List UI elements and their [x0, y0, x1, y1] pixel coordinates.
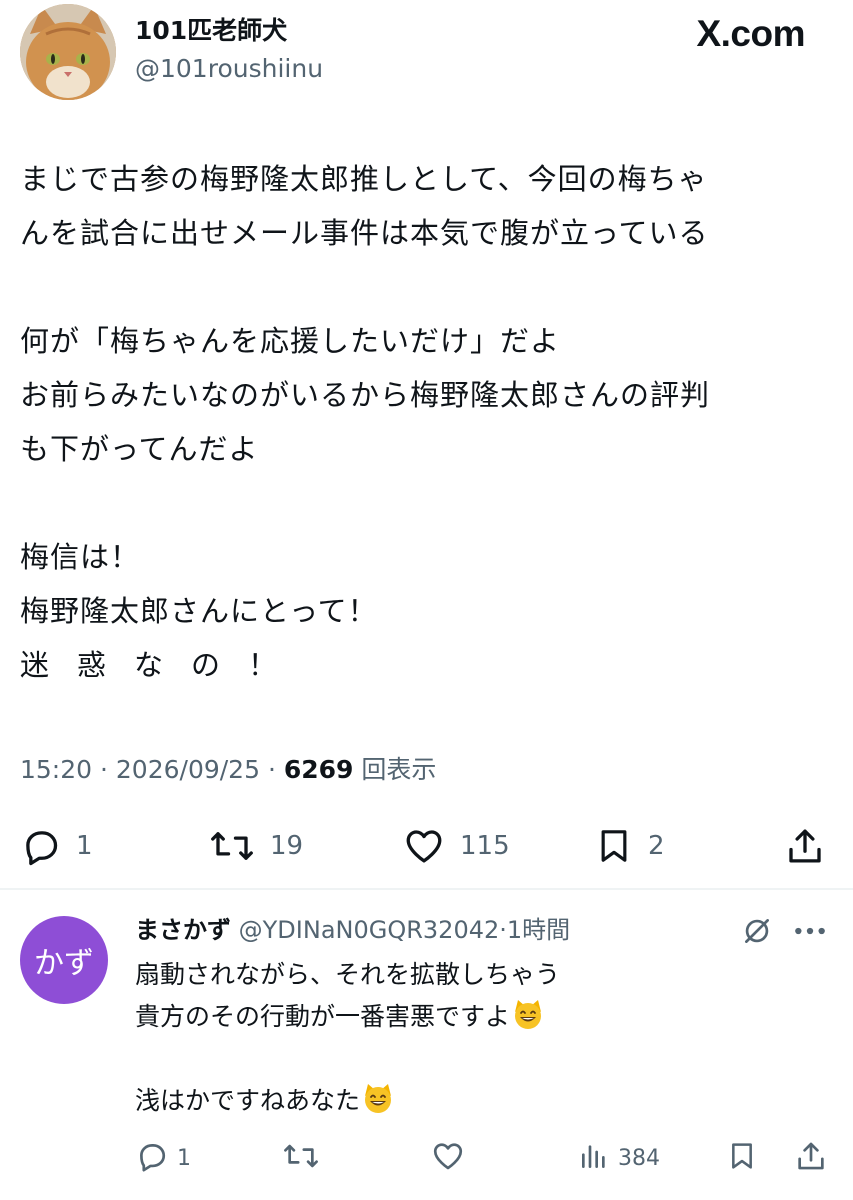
reply-body-blank-line — [135, 1038, 560, 1080]
post-time[interactable]: 15:20 — [20, 755, 92, 784]
post-body-line: も下がってんだよ — [20, 432, 259, 466]
share-button[interactable] — [784, 820, 826, 872]
more-button[interactable] — [790, 920, 830, 946]
reply-count: 1 — [76, 831, 93, 861]
post-body-line: 迷惑なの！ — [20, 648, 306, 682]
reply-handle[interactable]: @YDINaN0GQR32042 — [239, 916, 500, 944]
mute-icon — [740, 919, 774, 952]
post-actions: 1 19 115 2 — [0, 820, 853, 872]
post-body-line: 梅信は！ — [20, 540, 141, 574]
reply-views-button[interactable]: 384 — [578, 1138, 660, 1178]
brand-logo: X.com — [696, 13, 805, 54]
reply-icon — [135, 1139, 169, 1177]
more-icon — [790, 927, 830, 946]
mute-button[interactable] — [740, 914, 774, 952]
author-display-name[interactable]: 101匹老師犬 — [135, 14, 287, 48]
post-body-line: 梅野隆太郎さんにとって！ — [20, 594, 378, 628]
reply-view-count: 384 — [618, 1145, 660, 1171]
reply-body-line: 貴方のその行動が一番害悪ですよ — [135, 996, 560, 1038]
post-body-blank-line — [20, 260, 830, 314]
reply-avatar[interactable]: かず — [20, 916, 108, 1004]
post-header: 101匹老師犬 @101roushiinu X.com — [0, 0, 853, 110]
reply-body-line: 扇動されながら、それを拡散しちゃう — [135, 960, 561, 989]
reply-button[interactable]: 1 — [20, 820, 93, 872]
bookmark-icon — [594, 825, 634, 867]
like-count: 115 — [460, 831, 510, 861]
bookmark-icon — [726, 1139, 758, 1177]
reply-reply-count: 1 — [177, 1145, 191, 1171]
bookmark-count: 2 — [648, 831, 665, 861]
views-icon — [578, 1139, 610, 1177]
reply-body-line: 浅はかですねあなた — [135, 1080, 560, 1122]
post-date[interactable]: 2026/09/25 — [116, 755, 260, 784]
reply-icon — [20, 825, 62, 867]
post-body-line: んを試合に出せメール事件は本気で腹が立っている — [20, 216, 709, 250]
post-body-blank-line — [20, 476, 830, 530]
grinning-cat-emoji — [362, 1082, 394, 1114]
post-views-label: 回表示 — [361, 755, 437, 784]
author-avatar[interactable] — [20, 4, 116, 100]
share-icon — [794, 1139, 828, 1177]
repost-count: 19 — [270, 831, 304, 861]
grinning-cat-emoji — [512, 998, 544, 1030]
post-body: まじで古参の梅野隆太郎推しとして、今回の梅ちゃ んを試合に出せメール事件は本気で… — [20, 152, 830, 692]
post-meta: 15:20 · 2026/09/25 · 6269 回表示 — [20, 752, 436, 788]
reply-body: 扇動されながら、それを拡散しちゃう 貴方のその行動が一番害悪ですよ 浅はかですね… — [135, 954, 560, 1122]
bookmark-button[interactable]: 2 — [594, 820, 665, 872]
reply-avatar-text: かず — [34, 946, 94, 981]
reply-body-line-text: 貴方のその行動が一番害悪ですよ — [135, 1002, 511, 1031]
meta-separator: · — [499, 916, 507, 944]
like-button[interactable]: 115 — [402, 820, 510, 872]
reply-share-button[interactable] — [794, 1138, 828, 1178]
post-view-count: 6269 — [283, 755, 354, 784]
like-icon — [430, 1139, 466, 1177]
meta-separator: · — [100, 755, 116, 784]
reply-bookmark-button[interactable] — [726, 1138, 758, 1178]
post-body-line: お前らみたいなのがいるから梅野隆太郎さんの評判 — [20, 378, 711, 412]
repost-icon — [208, 825, 256, 867]
reply-body-line-text: 浅はかですねあなた — [135, 1086, 361, 1115]
post-body-line: まじで古参の梅野隆太郎推しとして、今回の梅ちゃ — [20, 162, 708, 196]
like-icon — [402, 825, 446, 867]
author-handle[interactable]: @101roushiinu — [135, 52, 323, 86]
repost-button[interactable]: 19 — [208, 820, 303, 872]
repost-icon — [282, 1139, 320, 1177]
reply-actions: 1 384 — [0, 1138, 853, 1178]
reply-reply-button[interactable]: 1 — [135, 1138, 191, 1178]
reply-time[interactable]: 1時間 — [507, 916, 570, 944]
share-icon — [784, 825, 826, 867]
reply-display-name[interactable]: まさかず — [135, 916, 231, 944]
post-body-line: 何が「梅ちゃんを応援したいだけ」だよ — [20, 324, 561, 358]
reply-header: まさかず @YDINaN0GQR32042·1時間 — [135, 910, 570, 950]
meta-separator: · — [267, 755, 284, 784]
reply-repost-button[interactable] — [282, 1138, 320, 1178]
reply-like-button[interactable] — [430, 1138, 466, 1178]
reply-item[interactable]: かず まさかず @YDINaN0GQR32042·1時間 扇動されながら、それを… — [0, 890, 853, 1200]
